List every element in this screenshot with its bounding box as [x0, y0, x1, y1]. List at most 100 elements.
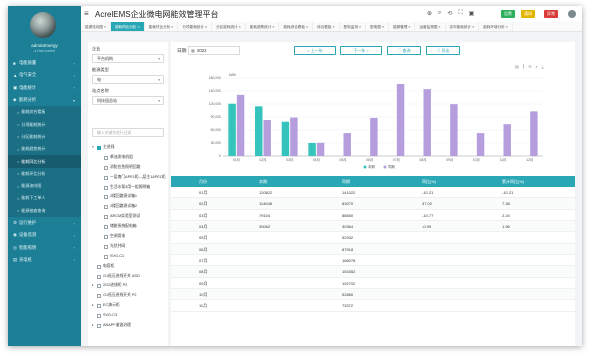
tab-close-icon[interactable]: ×: [170, 25, 173, 29]
tab-close-icon[interactable]: ×: [381, 25, 384, 29]
sidebar-subitem[interactable]: ○ 能源流向图: [8, 179, 81, 193]
restore-icon[interactable]: ⟲: [528, 64, 531, 69]
tab[interactable]: 配电监测 ×: [340, 22, 367, 31]
tree-node[interactable]: ▸ EC演示柜: [92, 301, 168, 311]
tab[interactable]: 能源管理 ×: [389, 22, 416, 31]
tree-node[interactable]: 储能系统配电箱: [92, 222, 168, 232]
checkbox[interactable]: [104, 254, 108, 259]
checkbox[interactable]: [104, 244, 108, 249]
year-picker[interactable]: ▦ 2022: [188, 46, 240, 55]
abnormal-badge[interactable]: 异常: [544, 10, 558, 18]
data-view-icon[interactable]: ▤: [515, 64, 519, 69]
zoom-icon[interactable]: ⌕: [535, 64, 537, 69]
tree-filter-input[interactable]: 输入关键字进行过滤: [92, 128, 164, 137]
sidebar-item[interactable]: ▣ 电能统计 ‹: [8, 82, 81, 94]
search-icon[interactable]: ⌕: [438, 10, 441, 17]
enterprise-select[interactable]: 平台机构 ▾: [92, 54, 164, 63]
checkbox[interactable]: [104, 165, 108, 170]
sidebar-item[interactable]: ◆ 能耗分析 ▾: [8, 94, 81, 106]
tab-close-icon[interactable]: ×: [331, 25, 334, 29]
checkbox[interactable]: [97, 145, 101, 150]
tree-node[interactable]: ▸ ANAPF谐波治理: [92, 321, 168, 331]
tab[interactable]: 能耗环比分析 ×: [145, 22, 179, 31]
tab[interactable]: 分项能耗统计 ×: [178, 22, 213, 31]
sidebar-item[interactable]: ⚙ 运行维护 ‹: [8, 217, 81, 229]
tab[interactable]: 能耗趋势统计 ×: [246, 22, 280, 31]
checkbox[interactable]: [97, 304, 101, 309]
tab[interactable]: 运营监视图 ×: [415, 22, 446, 31]
sidebar-subitem[interactable]: ○ 能耗同比分析: [8, 155, 81, 168]
tree-node[interactable]: 空调用电: [92, 232, 168, 242]
checkbox[interactable]: [104, 195, 108, 200]
tab-close-icon[interactable]: ×: [505, 25, 508, 29]
tab[interactable]: 能耗综合看板 ×: [279, 22, 314, 31]
tree-node[interactable]: 2楼回路测试箱2: [92, 202, 168, 212]
tab-close-icon[interactable]: ×: [103, 25, 106, 29]
tree-node[interactable]: SVG-C3: [92, 311, 168, 321]
sidebar-subitem[interactable]: ○ 能耗趋势统计: [8, 143, 81, 156]
checkbox[interactable]: [104, 185, 108, 190]
tab-close-icon[interactable]: ×: [407, 25, 410, 29]
tab-close-icon[interactable]: ×: [137, 25, 140, 29]
alarm-badge[interactable]: 告警: [501, 10, 515, 18]
tab-close-icon[interactable]: ×: [437, 25, 440, 29]
sidebar-subitem[interactable]: ○ 能源抽查查询: [8, 204, 81, 217]
tab-close-icon[interactable]: ×: [305, 25, 308, 29]
tab-close-icon[interactable]: ×: [271, 25, 274, 29]
download-icon[interactable]: ⤓: [542, 64, 544, 69]
checkbox[interactable]: [104, 155, 108, 160]
tab-close-icon[interactable]: ×: [238, 25, 241, 29]
sidebar-item[interactable]: ◎ 智能照明 ‹: [8, 241, 81, 253]
checkbox[interactable]: [104, 215, 108, 220]
tree-node[interactable]: 光伏并网: [92, 242, 168, 252]
tab-close-icon[interactable]: ×: [471, 25, 474, 29]
sidebar-subitem[interactable]: ○ 分区能耗统计: [8, 130, 81, 144]
tree-node[interactable]: 2楼回路测试箱1: [92, 192, 168, 202]
user-avatar-icon[interactable]: [568, 10, 576, 18]
avatar[interactable]: [30, 12, 56, 38]
tab[interactable]: 综合看板 ×: [313, 22, 340, 31]
tree-node[interactable]: ▾ 主进线: [92, 143, 168, 153]
bar-switch-icon[interactable]: ⫿: [523, 64, 524, 69]
tree-node[interactable]: 电容柜: [92, 262, 168, 272]
hamburger-menu-icon[interactable]: ≡: [84, 9, 89, 18]
station-select[interactable]: 科技园总站 ▾: [92, 96, 164, 105]
checkbox[interactable]: [97, 314, 101, 319]
tab[interactable]: 能耗同比分析 ×: [111, 22, 145, 31]
next-year-button[interactable]: 下一年 >: [340, 46, 382, 55]
checkbox[interactable]: [104, 234, 108, 239]
checkbox[interactable]: [104, 175, 108, 180]
sidebar-subitem[interactable]: ○ 能耗下工单人: [8, 192, 81, 205]
energy-type-select[interactable]: 电 ▾: [92, 75, 164, 84]
tab-close-icon[interactable]: ×: [358, 25, 361, 29]
tab[interactable]: 能耗环境分析 ×: [479, 22, 513, 31]
checkbox[interactable]: [97, 274, 101, 279]
checkbox[interactable]: [104, 225, 108, 230]
sidebar-item[interactable]: ◉ 设备监测 ‹: [8, 229, 81, 241]
sidebar-item[interactable]: ■ 电能质量 ‹: [8, 57, 81, 69]
fullscreen-icon[interactable]: ⛶: [458, 10, 462, 17]
checkbox[interactable]: [97, 284, 101, 289]
notice-badge[interactable]: 通知: [521, 10, 535, 18]
tree-node[interactable]: ARCM实验室测试: [92, 212, 168, 222]
checkbox[interactable]: [97, 264, 101, 269]
refresh-icon[interactable]: ⟲: [447, 10, 452, 17]
checkbox[interactable]: [97, 294, 101, 299]
tree-node[interactable]: 柴油发电机组: [92, 153, 168, 163]
checkbox[interactable]: [97, 323, 101, 328]
tree-node[interactable]: 生活水泵3用一组照明箱: [92, 183, 168, 193]
tab[interactable]: 能源流向图 ×: [81, 22, 112, 31]
tree-node[interactable]: SVG-C1: [92, 252, 168, 262]
tree-node[interactable]: ▸ 2G2进线柜 P2: [92, 281, 168, 291]
tab-close-icon[interactable]: ×: [204, 25, 207, 29]
tree-node[interactable]: G1低压进线开关 P2: [92, 291, 168, 301]
tab[interactable]: 分区能耗统计 ×: [212, 22, 246, 31]
sidebar-subitem[interactable]: ○ 能耗综合看板: [8, 106, 81, 119]
checkbox[interactable]: [104, 205, 108, 210]
tree-node[interactable]: 消防应急照明回路: [92, 163, 168, 173]
tree-node[interactable]: 一层南门APE1柜—层主1APE1柜: [92, 173, 168, 183]
query-button[interactable]: ◯ 查询: [387, 46, 421, 55]
globe-icon[interactable]: ⊕: [427, 10, 432, 17]
export-button[interactable]: ⇩ 导出: [426, 46, 460, 55]
tree-node[interactable]: G1低压进线开关 ASD: [92, 272, 168, 282]
